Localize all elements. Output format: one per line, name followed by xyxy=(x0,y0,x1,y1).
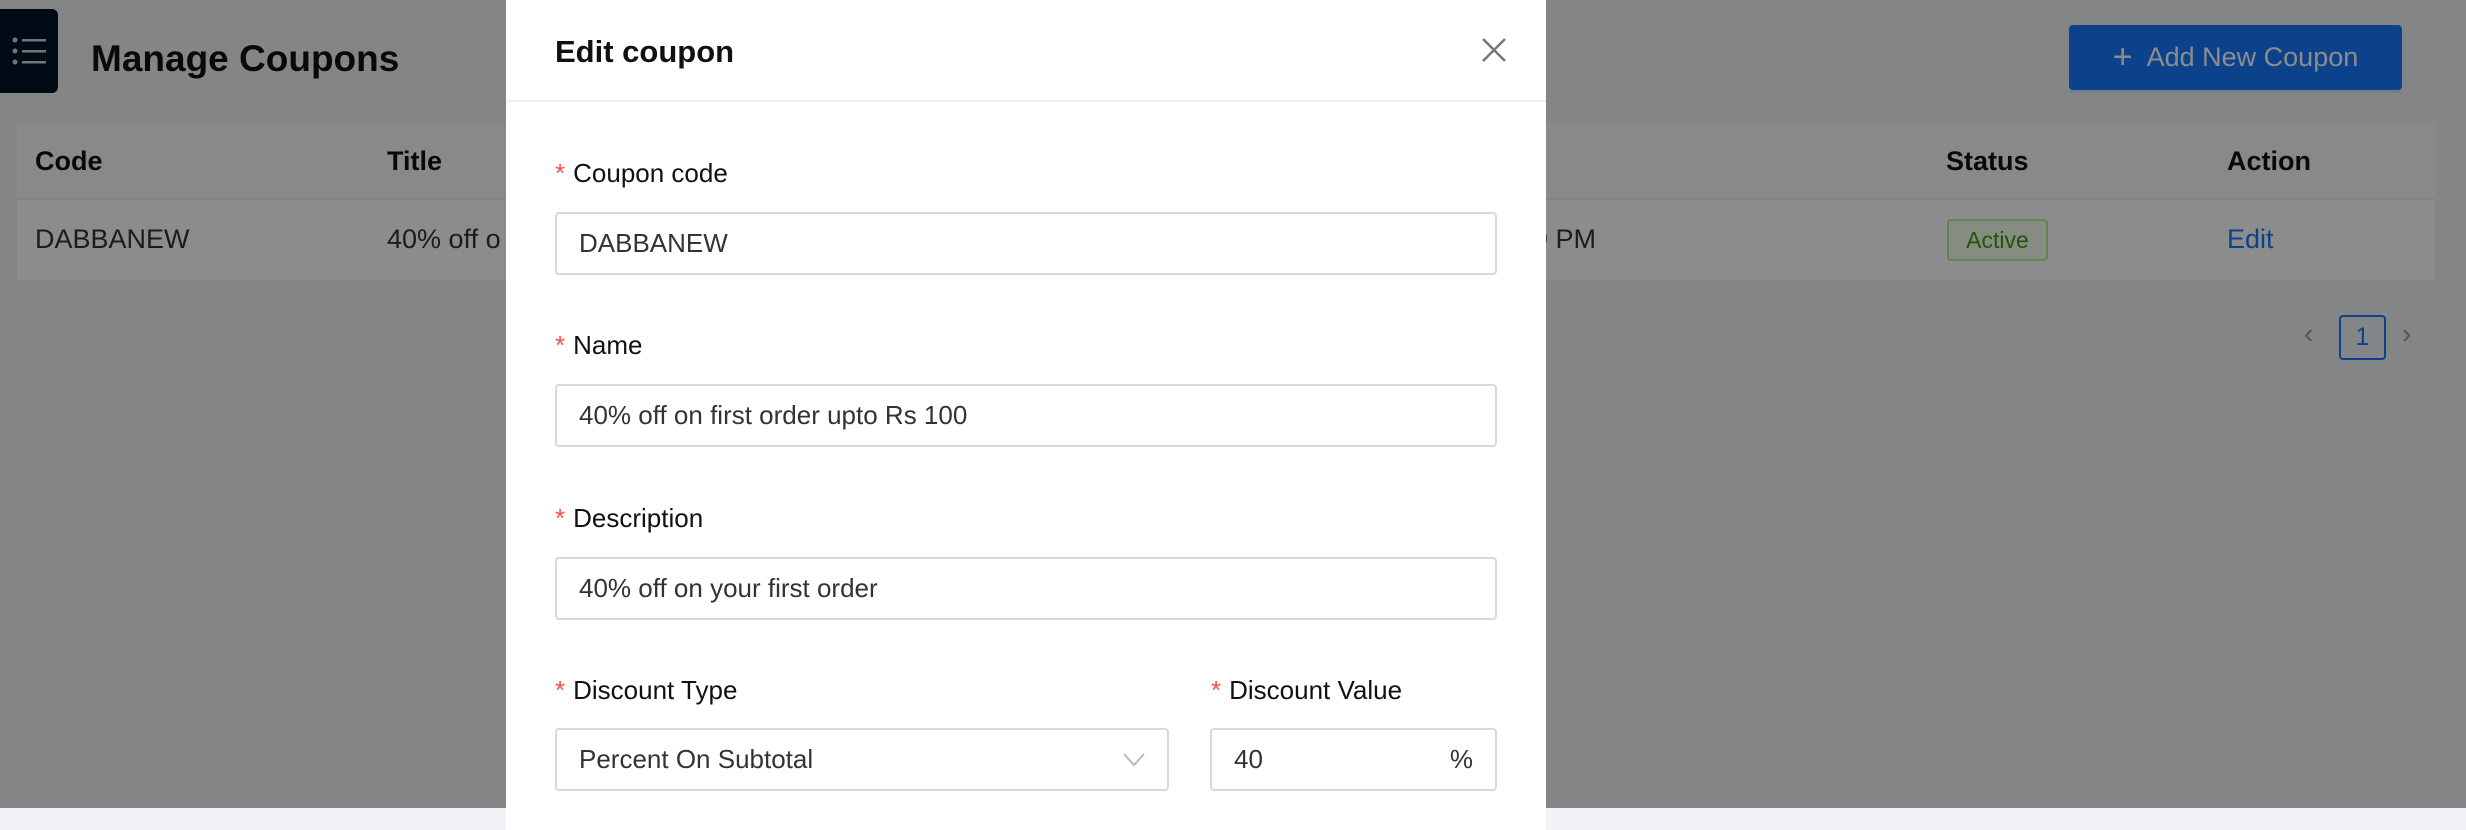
discount-type-value: Percent On Subtotal xyxy=(579,744,814,774)
discount-type-label: * Discount Type xyxy=(555,675,737,706)
name-input[interactable]: 40% off on first order upto Rs 100 xyxy=(555,384,1497,447)
percent-suffix: % xyxy=(1449,744,1473,774)
required-mark: * xyxy=(555,503,566,533)
name-label: * Name xyxy=(555,330,642,361)
required-mark: * xyxy=(555,675,566,705)
description-input[interactable]: 40% off on your first order xyxy=(555,557,1497,620)
modal-title: Edit coupon xyxy=(555,34,735,69)
discount-value-label: * Discount Value xyxy=(1211,675,1402,706)
label-text: Coupon code xyxy=(573,158,728,188)
label-text: Discount Type xyxy=(573,675,738,705)
required-mark: * xyxy=(555,330,566,360)
label-text: Discount Value xyxy=(1229,675,1403,705)
coupon-code-input[interactable]: DABBANEW xyxy=(555,212,1497,275)
label-text: Description xyxy=(573,503,704,533)
coupon-code-label: * Coupon code xyxy=(555,158,728,189)
description-label: * Description xyxy=(555,503,703,534)
discount-value: 40 xyxy=(1234,744,1263,774)
required-mark: * xyxy=(1211,675,1222,705)
chevron-down-icon xyxy=(1123,752,1145,766)
modal-header: Edit coupon xyxy=(506,0,1546,102)
discount-type-select[interactable]: Percent On Subtotal xyxy=(555,728,1169,791)
required-mark: * xyxy=(555,158,566,188)
discount-value-input[interactable]: 40 % xyxy=(1210,728,1497,791)
close-icon[interactable] xyxy=(1474,30,1514,70)
edit-coupon-modal: Edit coupon * Coupon code DABBANEW * Name … xyxy=(506,0,1546,830)
label-text: Name xyxy=(573,330,643,360)
